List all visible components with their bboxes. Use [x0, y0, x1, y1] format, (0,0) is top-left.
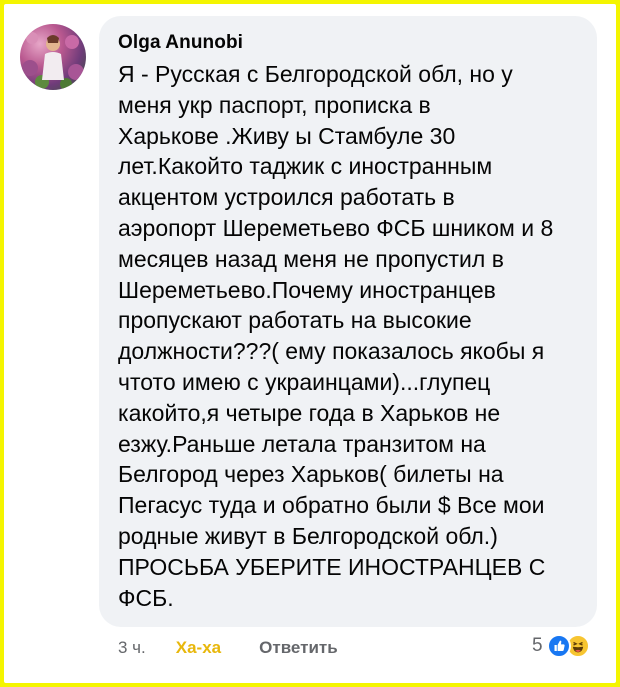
comment-text-line: акцентом устроился работать в — [118, 184, 455, 211]
haha-reaction-button[interactable]: Ха-ха — [176, 638, 221, 658]
comment-text-line: должности???( ему показалось якобы я — [118, 338, 545, 365]
comment-text-line: ФСБ. — [118, 584, 174, 611]
comment-text-line: лет.Какойто таджик с иностранным — [118, 153, 493, 180]
comment-text-line: езжу.Раньше летала транзитом на — [118, 430, 486, 457]
comment-text-line: месяцев назад меня не пропустил в — [118, 245, 504, 272]
comment-text-line: Белгород через Харьков( билеты на — [118, 461, 504, 488]
comment-author[interactable]: Olga Anunobi — [118, 32, 243, 54]
comment-text-line: ПРОСЬБА УБЕРИТЕ ИНОСТРАНЦЕВ С — [118, 553, 546, 580]
comment-text-line: Харькове .Живу ы Стамбуле 30 — [118, 122, 456, 149]
reaction-summary[interactable]: 5 — [532, 632, 591, 660]
comment-text-line: родные живут в Белгородской обл.) — [118, 522, 498, 549]
reaction-icons — [546, 633, 591, 659]
comment-actions: 3 ч. Ха-ха Ответить — [118, 636, 338, 660]
comment-text-line: меня укр паспорт, прописка в — [118, 91, 431, 118]
reply-button[interactable]: Ответить — [259, 638, 338, 658]
reaction-count: 5 — [532, 635, 543, 656]
comment-text-line: Пегасус туда и обратно были $ Все мои — [118, 492, 545, 519]
comment-text-line: Я - Русская с Белгородской обл, но у — [118, 61, 513, 87]
avatar[interactable] — [20, 24, 86, 90]
comment-timestamp[interactable]: 3 ч. — [118, 638, 146, 658]
like-icon — [546, 634, 571, 658]
avatar-photo — [22, 32, 84, 90]
comment-text: Я - Русская с Белгородской обл, но у меня… — [118, 59, 582, 613]
comment-text-line: чтото имею с украинцами)...глупец — [118, 368, 491, 395]
comment-text-line: аэропорт Шереметьево ФСБ шником и 8 — [118, 214, 554, 241]
comment-text-line: какойто,я четыре года в Харьков не — [118, 399, 501, 426]
comment-text-line: пропускают работать на высокие — [118, 307, 472, 334]
comment-text-line: Шереметьево.Почему иностранцев — [118, 276, 496, 303]
